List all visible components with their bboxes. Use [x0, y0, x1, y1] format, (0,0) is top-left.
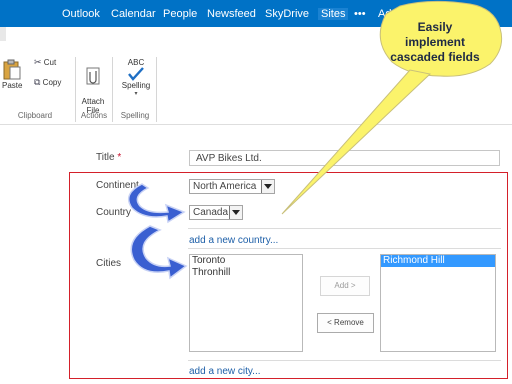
callout-text: Easily implement cascaded fields	[376, 20, 494, 65]
curved-arrow-icon	[127, 183, 186, 224]
curved-arrow-icon	[130, 225, 188, 280]
callout-line: cascaded fields	[390, 50, 480, 64]
callout-line: implement	[404, 35, 465, 49]
callout-pointer	[281, 69, 432, 215]
callout-line: Easily	[417, 20, 453, 34]
